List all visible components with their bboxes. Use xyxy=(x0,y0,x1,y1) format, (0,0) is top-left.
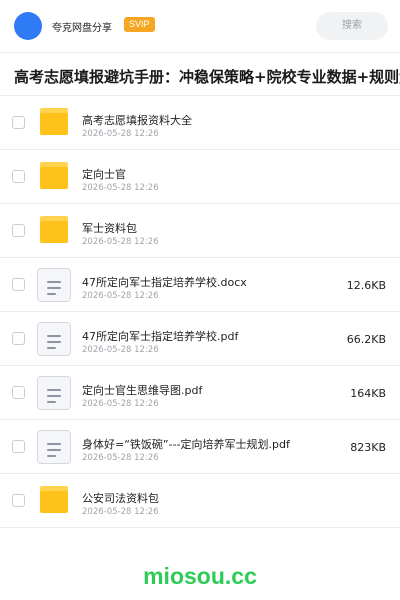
title-bar: 高考志愿填报避坑手册：冲稳保策略+院校专业数据+规则解读 xyxy=(0,52,400,96)
username: 夸克网盘分享 xyxy=(52,23,112,34)
select-checkbox[interactable] xyxy=(12,170,25,183)
file-name: 身体好=“铁饭碗”---定向培养军士规划.pdf xyxy=(82,438,290,451)
select-checkbox[interactable] xyxy=(12,116,25,129)
document-icon xyxy=(37,322,71,356)
file-date: 2026-05-28 12:26 xyxy=(82,507,159,517)
file-date: 2026-05-28 12:26 xyxy=(82,237,159,247)
file-date: 2026-05-28 12:26 xyxy=(82,291,159,301)
footer: miosou.cc xyxy=(0,548,400,600)
file-row[interactable]: 身体好=“铁饭碗”---定向培养军士规划.pdf 2026-05-28 12:26… xyxy=(0,420,400,474)
file-row[interactable]: 高考志愿填报资料大全 2026-05-28 12:26 xyxy=(0,96,400,150)
svip-badge: SVIP xyxy=(124,17,155,32)
select-checkbox[interactable] xyxy=(12,494,25,507)
select-checkbox[interactable] xyxy=(12,224,25,237)
document-icon xyxy=(37,268,71,302)
top-bar: 夸克网盘分享 SVIP 搜索 xyxy=(0,0,400,52)
file-name: 公安司法资料包 xyxy=(82,492,159,505)
folder-icon xyxy=(40,108,68,135)
file-date: 2026-05-28 12:26 xyxy=(82,453,159,463)
select-checkbox[interactable] xyxy=(12,440,25,453)
file-date: 2026-05-28 12:26 xyxy=(82,183,159,193)
file-row[interactable]: 47所定向军士指定培养学校.docx 2026-05-28 12:26 12.6KB xyxy=(0,258,400,312)
file-name: 高考志愿填报资料大全 xyxy=(82,114,192,127)
folder-icon xyxy=(40,486,68,513)
brand-watermark: miosou.cc xyxy=(143,563,257,589)
file-date: 2026-05-28 12:26 xyxy=(82,129,159,139)
file-row[interactable]: 军士资料包 2026-05-28 12:26 xyxy=(0,204,400,258)
file-row[interactable]: 47所定向军士指定培养学校.pdf 2026-05-28 12:26 66.2KB xyxy=(0,312,400,366)
file-name: 定向士官生思维导图.pdf xyxy=(82,384,203,397)
file-row[interactable]: 定向士官 2026-05-28 12:26 xyxy=(0,150,400,204)
file-name: 47所定向军士指定培养学校.docx xyxy=(82,276,247,289)
file-size: 823KB xyxy=(350,441,386,454)
search-input[interactable]: 搜索 xyxy=(316,12,388,40)
avatar[interactable] xyxy=(14,12,42,40)
file-size: 164KB xyxy=(350,387,386,400)
file-name: 军士资料包 xyxy=(82,222,137,235)
select-checkbox[interactable] xyxy=(12,386,25,399)
file-row[interactable]: 公安司法资料包 2026-05-28 12:26 xyxy=(0,474,400,528)
file-name: 47所定向军士指定培养学校.pdf xyxy=(82,330,239,343)
file-date: 2026-05-28 12:26 xyxy=(82,345,159,355)
file-size: 66.2KB xyxy=(346,333,386,346)
folder-icon xyxy=(40,162,68,189)
file-list: 高考志愿填报资料大全 2026-05-28 12:26 定向士官 2026-05-28… xyxy=(0,96,400,528)
select-checkbox[interactable] xyxy=(12,278,25,291)
file-size: 12.6KB xyxy=(346,279,386,292)
document-icon xyxy=(37,430,71,464)
document-icon xyxy=(37,376,71,410)
folder-icon xyxy=(40,216,68,243)
file-row[interactable]: 定向士官生思维导图.pdf 2026-05-28 12:26 164KB xyxy=(0,366,400,420)
select-checkbox[interactable] xyxy=(12,332,25,345)
page-title: 高考志愿填报避坑手册：冲稳保策略+院校专业数据+规则解读 xyxy=(14,68,400,86)
file-date: 2026-05-28 12:26 xyxy=(82,399,159,409)
file-name: 定向士官 xyxy=(82,168,126,181)
